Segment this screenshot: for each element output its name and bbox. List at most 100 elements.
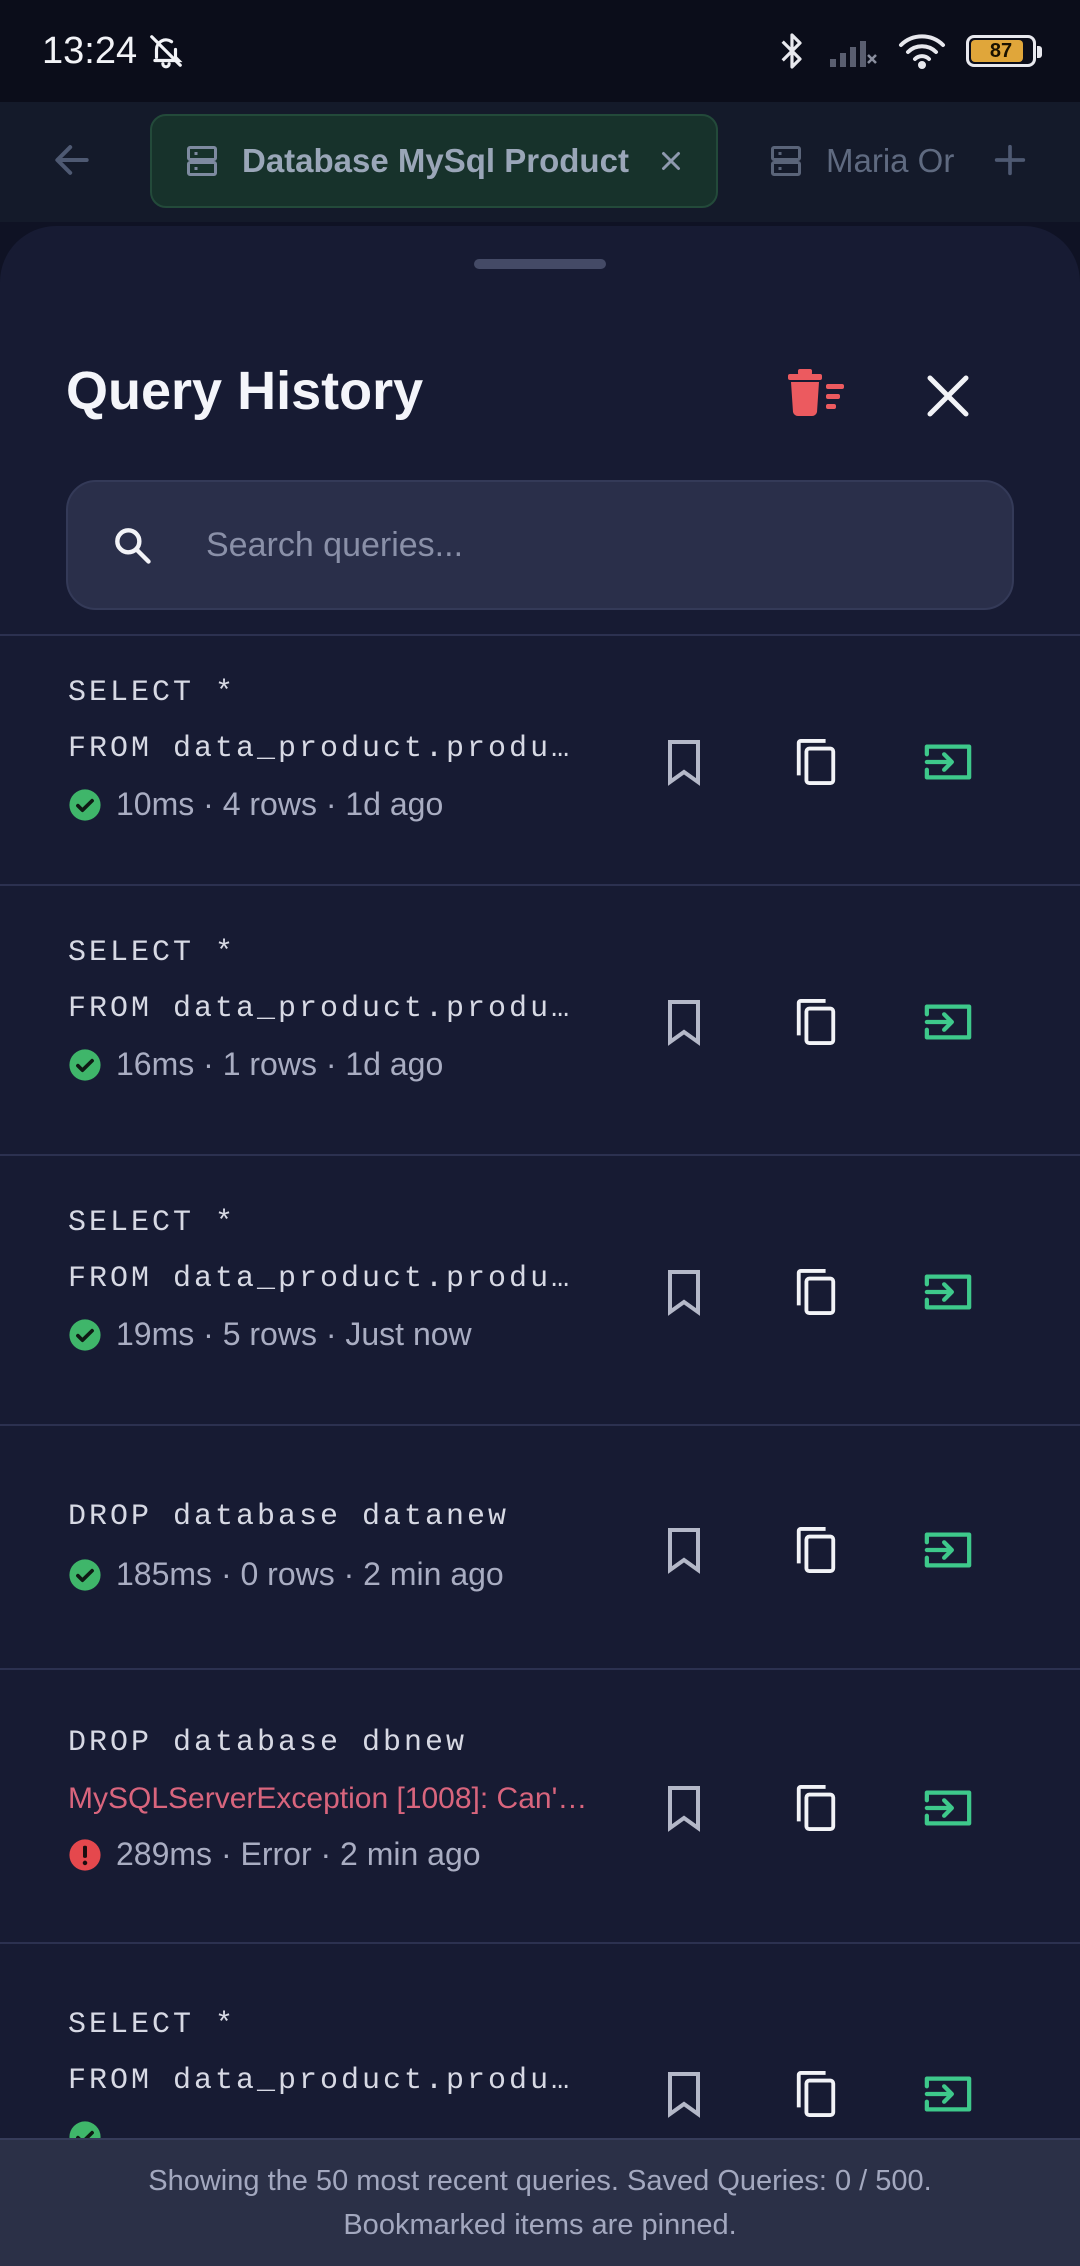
copy-icon: [796, 999, 836, 1046]
close-sheet-button[interactable]: [912, 360, 984, 432]
bookmark-button[interactable]: [652, 2062, 716, 2126]
success-check-icon: [69, 1318, 101, 1351]
run-in-editor-icon: [924, 1532, 972, 1568]
query-line-1: DROP database dbnew: [68, 1726, 468, 1760]
battery-level: 87: [989, 39, 1013, 62]
bookmark-button[interactable]: [652, 1518, 716, 1582]
run-in-editor-button[interactable]: [916, 1776, 980, 1840]
query-meta: 185ms · 0 rows · 2 min ago: [68, 1556, 504, 1593]
bookmark-button[interactable]: [652, 1260, 716, 1324]
run-in-editor-button[interactable]: [916, 730, 980, 794]
run-in-editor-icon: [924, 744, 972, 780]
tab-label: Database MySql Product: [242, 142, 629, 179]
arrow-left-icon: [55, 145, 89, 175]
query-line-1: DROP database datanew: [68, 1500, 510, 1534]
battery-icon: 87: [966, 35, 1042, 67]
query-line-2: FROM data_product.products: [68, 732, 588, 766]
bookmark-icon: [668, 2072, 700, 2118]
query-meta-text: 185ms · 0 rows · 2 min ago: [116, 1556, 504, 1592]
query-line-2: FROM data_product.products: [68, 2064, 588, 2098]
copy-icon: [796, 2071, 836, 2117]
search-icon: [115, 528, 151, 564]
query-line-2: FROM data_product.products: [68, 1262, 588, 1296]
bookmark-icon: [668, 740, 700, 786]
bookmark-button[interactable]: [652, 1776, 716, 1840]
footer-line-2: Bookmarked items are pinned.: [343, 2209, 737, 2241]
run-in-editor-button[interactable]: [916, 1518, 980, 1582]
copy-icon: [796, 1527, 836, 1573]
copy-button[interactable]: [784, 990, 848, 1054]
copy-button[interactable]: [784, 1518, 848, 1582]
history-item[interactable]: DROP database datanew 185ms · 0 rows · 2…: [0, 1424, 1080, 1668]
history-item[interactable]: SELECT * FROM data_product.products 10ms…: [0, 634, 1080, 884]
bookmark-icon: [668, 1528, 700, 1574]
copy-button[interactable]: [784, 1776, 848, 1840]
copy-icon: [796, 1269, 836, 1315]
query-meta-text: 289ms · Error · 2 min ago: [116, 1836, 481, 1872]
query-meta-text: 16ms · 1 rows · 1d ago: [116, 1046, 444, 1082]
copy-icon: [796, 1785, 836, 1831]
query-meta-text: 19ms · 5 rows · Just now: [116, 1316, 472, 1352]
tab-maria[interactable]: Maria Or: [768, 114, 958, 208]
wifi-icon: [899, 34, 945, 69]
bell-off-icon: [150, 35, 183, 69]
footer-line-1: Showing the 50 most recent queries. Save…: [148, 2165, 932, 2197]
status-bar: 13:24 87: [0, 0, 1080, 102]
copy-button[interactable]: [784, 730, 848, 794]
success-check-icon: [69, 788, 101, 821]
run-in-editor-icon: [924, 2076, 972, 2112]
query-line-1: SELECT *: [68, 2008, 237, 2042]
query-meta: 10ms · 4 rows · 1d ago: [68, 786, 443, 823]
status-time: 13:24: [42, 29, 138, 72]
history-item[interactable]: DROP database dbnew MySQLServerException…: [0, 1668, 1080, 1942]
success-check-icon: [69, 1558, 101, 1591]
run-in-editor-button[interactable]: [916, 990, 980, 1054]
run-in-editor-icon: [924, 1274, 972, 1310]
new-tab-button[interactable]: [990, 140, 1030, 185]
delete-sweep-icon: [788, 369, 844, 417]
signal-icon: [830, 41, 877, 67]
query-meta-text: 10ms · 4 rows · 1d ago: [116, 786, 444, 822]
bookmark-icon: [668, 1270, 700, 1316]
query-meta: 16ms · 1 rows · 1d ago: [68, 1046, 443, 1083]
query-line-1: SELECT *: [68, 1206, 237, 1240]
copy-button[interactable]: [784, 1260, 848, 1324]
search-field[interactable]: [66, 480, 1014, 610]
server-icon: [771, 146, 801, 176]
bookmark-button[interactable]: [652, 990, 716, 1054]
query-line-1: SELECT *: [68, 936, 237, 970]
server-icon: [187, 146, 217, 176]
bookmark-button[interactable]: [652, 730, 716, 794]
search-input[interactable]: [206, 525, 906, 565]
run-in-editor-button[interactable]: [916, 2062, 980, 2126]
copy-button[interactable]: [784, 2062, 848, 2126]
history-item[interactable]: SELECT * FROM data_product.products 19ms…: [0, 1154, 1080, 1424]
run-in-editor-icon: [924, 1790, 972, 1826]
query-history-sheet: Query History SELECT * FROM data_product…: [0, 226, 1080, 2266]
tab-label: Maria Or: [826, 142, 955, 179]
close-tab-icon[interactable]: [656, 146, 686, 176]
run-in-editor-icon: [924, 1004, 972, 1040]
query-error-message: MySQLServerException [1008]: Can't drop …: [68, 1782, 588, 1815]
plus-icon: [994, 144, 1026, 176]
clear-history-button[interactable]: [780, 360, 852, 432]
sheet-title: Query History: [66, 361, 424, 421]
history-footer: Showing the 50 most recent queries. Save…: [0, 2138, 1080, 2266]
bluetooth-icon: [781, 33, 802, 69]
bookmark-icon: [668, 1000, 700, 1046]
drag-handle[interactable]: [474, 259, 606, 269]
query-line-1: SELECT *: [68, 676, 237, 710]
query-line-2: FROM data_product.products: [68, 992, 588, 1026]
back-button[interactable]: [50, 138, 94, 187]
history-item[interactable]: SELECT * FROM data_product.products 16ms…: [0, 884, 1080, 1154]
query-meta: 289ms · Error · 2 min ago: [68, 1836, 481, 1873]
close-icon: [927, 375, 969, 417]
bookmark-icon: [668, 1786, 700, 1832]
success-check-icon: [69, 1048, 101, 1081]
connection-tab-bar: Database MySql Product Maria Or: [0, 102, 1080, 222]
copy-icon: [796, 739, 836, 785]
run-in-editor-button[interactable]: [916, 1260, 980, 1324]
tab-database-mysql-product[interactable]: Database MySql Product: [150, 114, 718, 208]
error-alert-icon: [69, 1838, 101, 1871]
history-list: SELECT * FROM data_product.products 10ms…: [0, 634, 1080, 2212]
